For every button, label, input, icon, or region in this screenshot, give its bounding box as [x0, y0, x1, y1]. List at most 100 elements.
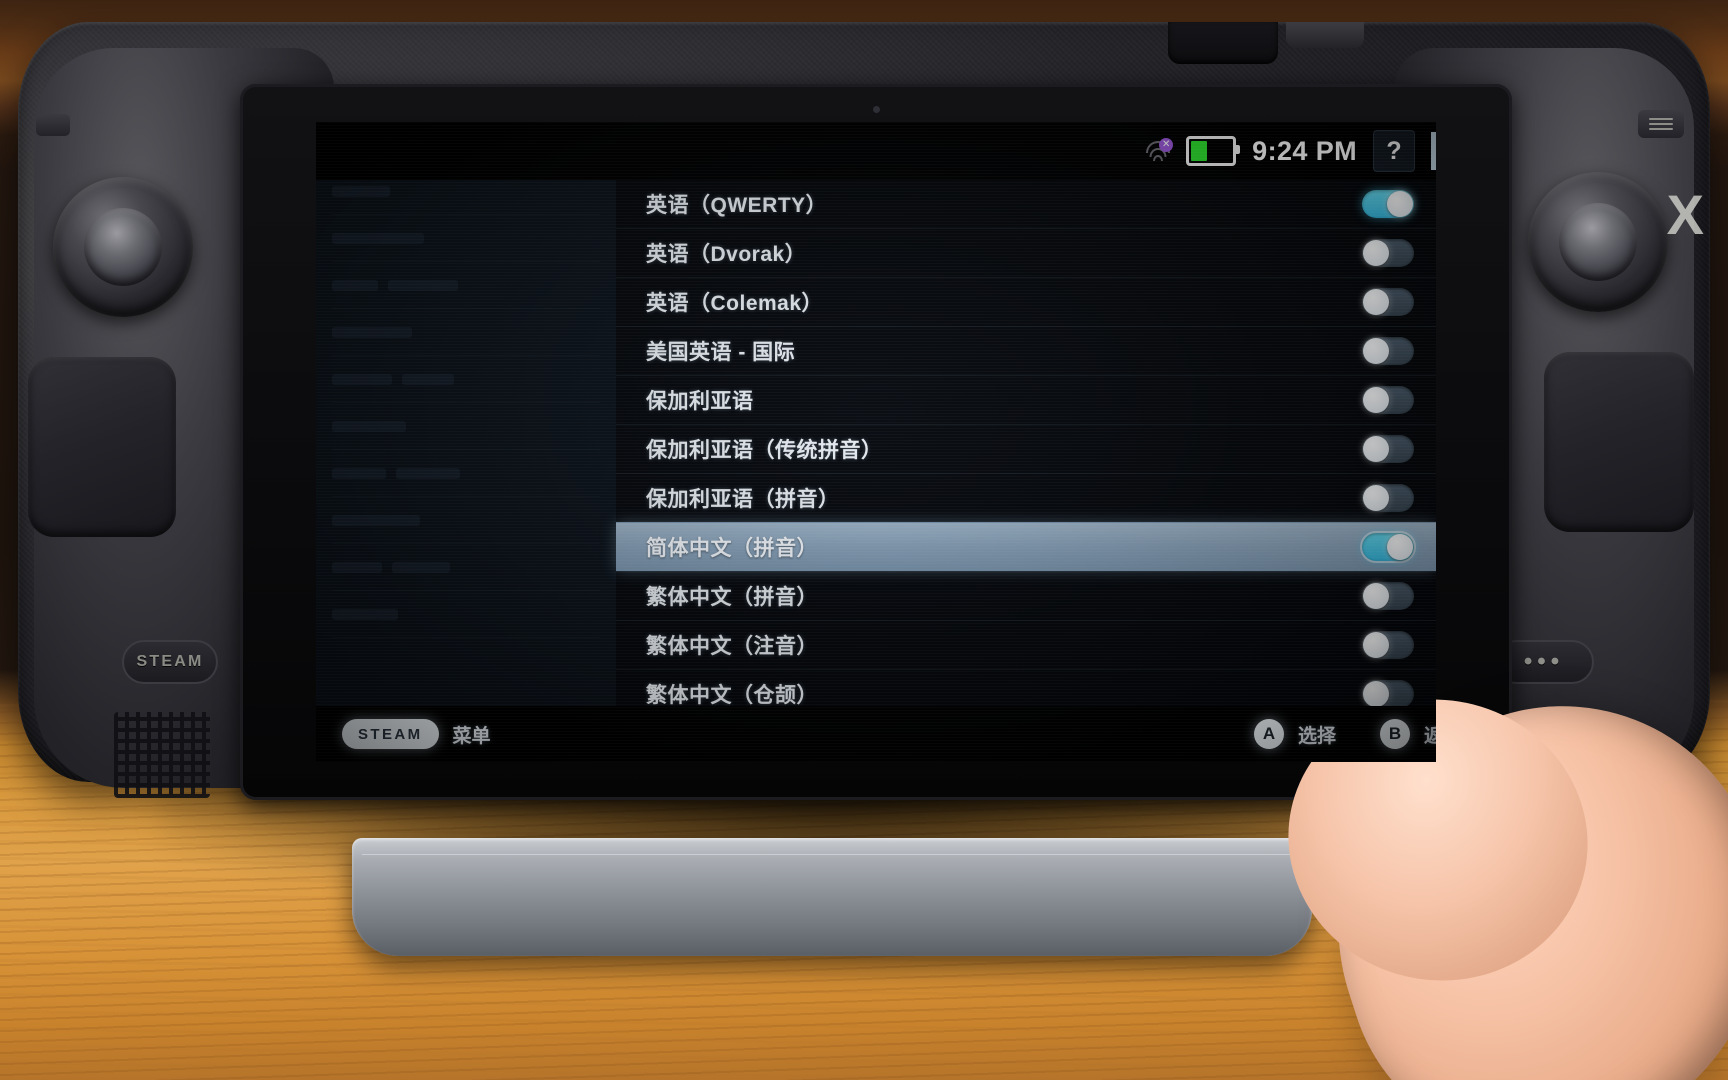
hardware-steam-button[interactable]: STEAM — [122, 640, 218, 684]
background-row — [332, 215, 600, 262]
top-shoulder-notch — [1168, 22, 1278, 64]
right-analog-stick[interactable] — [1528, 172, 1668, 312]
layout-toggle[interactable] — [1362, 680, 1414, 708]
left-analog-stick[interactable] — [53, 177, 193, 317]
ambient-sensor — [873, 106, 880, 113]
help-button[interactable]: ? — [1373, 130, 1415, 172]
background-row — [332, 262, 600, 309]
layout-row[interactable]: 简体中文（拼音） — [616, 522, 1436, 571]
toggle-knob — [1387, 534, 1413, 560]
a-button-icon[interactable]: A — [1253, 719, 1284, 749]
wifi-disconnected-icon[interactable]: ✕ — [1146, 138, 1174, 162]
steam-deck-body: STEAM ••• X ✕ 9:24 PM ? 英语（QWERTY） 英语（Dv… — [18, 22, 1710, 800]
left-stick-cap — [83, 207, 163, 287]
background-chip — [402, 373, 454, 385]
status-clock: 9:24 PM — [1252, 135, 1357, 166]
layout-toggle[interactable] — [1362, 386, 1414, 414]
right-trackpad[interactable] — [1544, 352, 1694, 532]
steam-menu-button[interactable]: STEAM — [342, 719, 439, 749]
background-chip — [392, 561, 450, 573]
footer-right: A 选择 B 返回 — [1253, 719, 1436, 749]
valve-x-logo: X — [1666, 183, 1704, 246]
text-caret-icon — [1431, 132, 1436, 170]
background-row — [332, 309, 600, 356]
layout-row[interactable]: 繁体中文（拼音） — [616, 571, 1436, 620]
toggle-knob — [1363, 338, 1389, 364]
steam-menu-label: 菜单 — [452, 725, 491, 747]
layout-row[interactable]: 美国英语 - 国际 — [616, 326, 1436, 375]
footer-left: STEAM 菜单 — [342, 719, 491, 749]
background-chip — [332, 467, 386, 479]
background-chip — [332, 185, 390, 197]
hamburger-line — [1649, 118, 1673, 120]
toggle-knob — [1363, 436, 1389, 462]
wifi-error-badge: ✕ — [1159, 138, 1174, 152]
background-row — [332, 450, 600, 497]
left-trackpad[interactable] — [28, 357, 176, 537]
right-stick-cap — [1558, 202, 1638, 282]
background-chip — [332, 420, 406, 432]
toggle-knob — [1363, 485, 1389, 511]
background-chip — [332, 514, 420, 526]
layout-row[interactable]: 繁体中文（注音） — [616, 620, 1436, 669]
keyboard-layout-dialog: 英语（QWERTY） 英语（Dvorak） 英语（Colemak） 美国英语 - 国际… — [616, 180, 1436, 762]
layout-row-label: 美国英语 - 国际 — [646, 341, 796, 364]
battery-icon[interactable] — [1186, 136, 1241, 166]
layout-row[interactable]: 保加利亚语（传统拼音） — [616, 424, 1436, 473]
layout-row[interactable]: 英语（Colemak） — [616, 277, 1436, 326]
layout-toggle[interactable] — [1362, 435, 1414, 463]
background-row — [332, 497, 600, 544]
b-button-icon[interactable]: B — [1379, 719, 1410, 749]
layout-toggle[interactable] — [1362, 631, 1414, 659]
toggle-knob — [1363, 387, 1389, 413]
keyboard-layout-list: 英语（QWERTY） 英语（Dvorak） 英语（Colemak） 美国英语 - 国际… — [616, 180, 1436, 718]
layout-toggle[interactable] — [1362, 337, 1414, 365]
screen: ✕ 9:24 PM ? 英语（QWERTY） 英语（Dvorak） 英语（Colem… — [316, 122, 1436, 762]
top-shoulder-notch-secondary — [1286, 22, 1364, 48]
screenshot-root: STEAM ••• X ✕ 9:24 PM ? 英语（QWERTY） 英语（Dv… — [0, 0, 1728, 1080]
layout-row[interactable]: 英语（Dvorak） — [616, 228, 1436, 277]
background-settings-page — [316, 168, 616, 708]
layout-row-label: 保加利亚语 — [646, 390, 754, 413]
toggle-knob — [1387, 191, 1413, 217]
hamburger-line — [1649, 128, 1673, 130]
background-chip — [388, 279, 458, 291]
layout-row-label: 英语（QWERTY） — [646, 194, 828, 217]
background-row — [332, 356, 600, 403]
background-chip — [332, 232, 424, 244]
layout-toggle[interactable] — [1360, 531, 1416, 563]
b-button-label: 返回 — [1423, 725, 1436, 747]
toggle-knob — [1363, 289, 1389, 315]
hamburger-line — [1649, 123, 1673, 125]
layout-row-label: 保加利亚语（传统拼音） — [646, 439, 883, 462]
background-row — [332, 544, 600, 591]
layout-row-label: 繁体中文（拼音） — [646, 586, 818, 609]
background-chip — [396, 467, 460, 479]
layout-toggle[interactable] — [1362, 288, 1414, 316]
status-bar: ✕ 9:24 PM ? — [316, 122, 1436, 180]
background-row — [332, 591, 600, 638]
a-button-label: 选择 — [1297, 725, 1336, 747]
layout-toggle[interactable] — [1362, 239, 1414, 267]
toggle-knob — [1363, 681, 1389, 707]
layout-toggle[interactable] — [1362, 190, 1414, 218]
layout-toggle[interactable] — [1362, 582, 1414, 610]
layout-row[interactable]: 保加利亚语（拼音） — [616, 473, 1436, 522]
layout-row-label: 繁体中文（仓颉） — [646, 684, 818, 707]
footer-bar: STEAM 菜单 A 选择 B 返回 — [316, 706, 1436, 762]
toggle-knob — [1363, 240, 1389, 266]
background-chip — [332, 561, 382, 573]
layout-toggle[interactable] — [1362, 484, 1414, 512]
toggle-knob — [1363, 583, 1389, 609]
background-chip — [332, 608, 398, 620]
layout-row[interactable]: 保加利亚语 — [616, 375, 1436, 424]
layout-row[interactable]: 英语（QWERTY） — [616, 180, 1436, 228]
battery-fill — [1191, 141, 1207, 161]
hamburger-icon[interactable] — [1638, 110, 1684, 138]
layout-row-label: 保加利亚语（拼音） — [646, 488, 840, 511]
background-chip — [332, 279, 378, 291]
view-icon[interactable] — [36, 114, 70, 136]
background-chip — [332, 373, 392, 385]
layout-row-label: 简体中文（拼音） — [646, 537, 818, 560]
layout-row-label: 英语（Colemak） — [646, 292, 824, 315]
